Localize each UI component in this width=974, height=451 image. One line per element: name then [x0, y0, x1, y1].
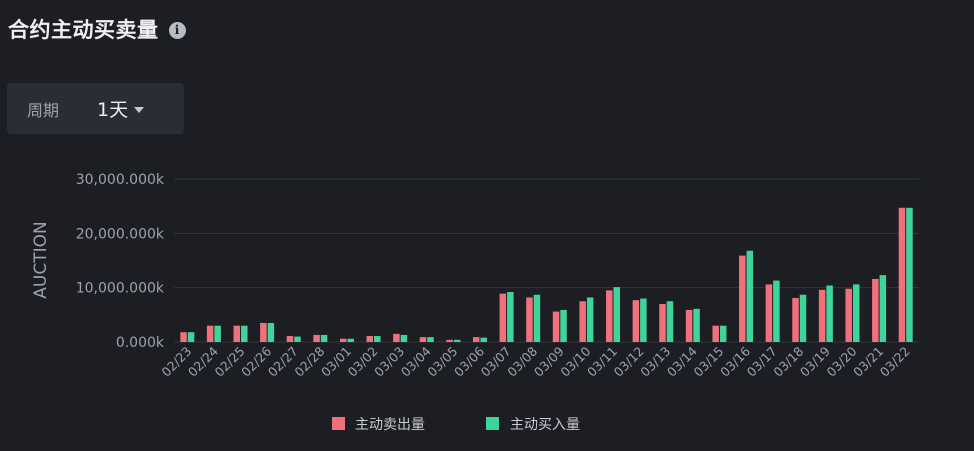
bar-sell[interactable]	[339, 338, 347, 342]
bar-sell[interactable]	[579, 301, 586, 342]
y-axis-ticks: 0.000k 10,000.000k 20,000.000k 30,000.000k	[76, 172, 165, 351]
bar-sell[interactable]	[446, 339, 453, 342]
bar-sell[interactable]	[739, 255, 746, 342]
bar-sell[interactable]	[712, 325, 719, 342]
bar-sell[interactable]	[552, 311, 560, 342]
bar-sell[interactable]	[499, 293, 507, 342]
legend-swatch-buy	[486, 417, 499, 430]
bar-buy[interactable]	[320, 334, 328, 342]
bar-buy[interactable]	[799, 294, 807, 342]
bar-buy[interactable]	[374, 336, 381, 342]
bars	[180, 207, 913, 342]
bar-buy[interactable]	[640, 298, 647, 342]
bar-sell[interactable]	[765, 284, 773, 342]
bar-sell[interactable]	[206, 325, 214, 342]
bar-sell[interactable]	[685, 309, 693, 342]
bar-chart: 0.000k10,000.000k20,000.000k30,000.000k …	[31, 172, 919, 433]
bar-sell[interactable]	[313, 334, 320, 342]
bar-sell[interactable]	[180, 332, 187, 342]
bar-buy[interactable]	[852, 284, 860, 342]
bar-buy[interactable]	[693, 308, 700, 342]
bar-buy[interactable]	[267, 322, 275, 342]
bar-sell[interactable]	[606, 290, 613, 342]
bar-buy[interactable]	[773, 280, 780, 342]
bar-buy[interactable]	[453, 339, 461, 342]
bar-buy[interactable]	[666, 301, 674, 342]
bar-sell[interactable]	[286, 336, 294, 342]
bar-buy[interactable]	[560, 309, 567, 342]
bar-sell[interactable]	[632, 300, 640, 342]
bar-sell[interactable]	[792, 297, 799, 342]
legend-label-buy: 主动买入量	[510, 417, 580, 433]
legend-label-sell: 主动卖出量	[355, 417, 425, 433]
x-tick-label: 03/22	[877, 344, 913, 380]
y-tick-label: 10,000.000k	[76, 281, 165, 297]
y-tick-label: 20,000.000k	[76, 226, 165, 242]
bar-buy[interactable]	[214, 325, 221, 342]
bar-buy[interactable]	[906, 207, 913, 342]
bar-sell[interactable]	[898, 207, 906, 342]
bar-buy[interactable]	[427, 337, 434, 342]
bar-buy[interactable]	[746, 250, 754, 342]
bar-buy[interactable]	[879, 275, 887, 342]
bar-sell[interactable]	[393, 333, 400, 342]
grid-lines	[174, 178, 919, 343]
y-tick-label: 0.000k	[116, 335, 165, 351]
bar-sell[interactable]	[872, 278, 879, 342]
x-axis-ticks: 02/2302/2402/2502/2602/2702/2803/0103/02…	[158, 343, 912, 379]
y-tick-label: 30,000.000k	[76, 172, 165, 188]
bar-sell[interactable]	[845, 288, 852, 342]
bar-buy[interactable]	[533, 294, 541, 342]
bar-buy[interactable]	[294, 336, 301, 342]
bar-sell[interactable]	[233, 325, 241, 342]
bar-buy[interactable]	[347, 338, 354, 342]
bar-sell[interactable]	[659, 303, 666, 342]
bar-buy[interactable]	[187, 332, 195, 342]
legend-swatch-sell	[332, 417, 345, 430]
bar-sell[interactable]	[526, 297, 533, 342]
bar-buy[interactable]	[826, 285, 833, 342]
bar-sell[interactable]	[366, 336, 374, 342]
legend-item-sell[interactable]: 主动卖出量	[332, 417, 425, 433]
legend: 主动卖出量 主动买入量	[332, 417, 580, 433]
bar-buy[interactable]	[480, 337, 487, 342]
bar-sell[interactable]	[472, 337, 480, 342]
bar-buy[interactable]	[613, 287, 621, 342]
bar-buy[interactable]	[241, 325, 248, 342]
legend-item-buy[interactable]: 主动买入量	[486, 417, 580, 433]
bar-sell[interactable]	[818, 289, 826, 342]
bar-buy[interactable]	[400, 334, 408, 342]
y-axis-title: AUCTION	[31, 221, 51, 298]
bar-sell[interactable]	[260, 322, 267, 342]
bar-buy[interactable]	[507, 292, 514, 342]
bar-buy[interactable]	[719, 325, 727, 342]
bar-buy[interactable]	[586, 297, 594, 342]
bar-sell[interactable]	[419, 337, 427, 342]
